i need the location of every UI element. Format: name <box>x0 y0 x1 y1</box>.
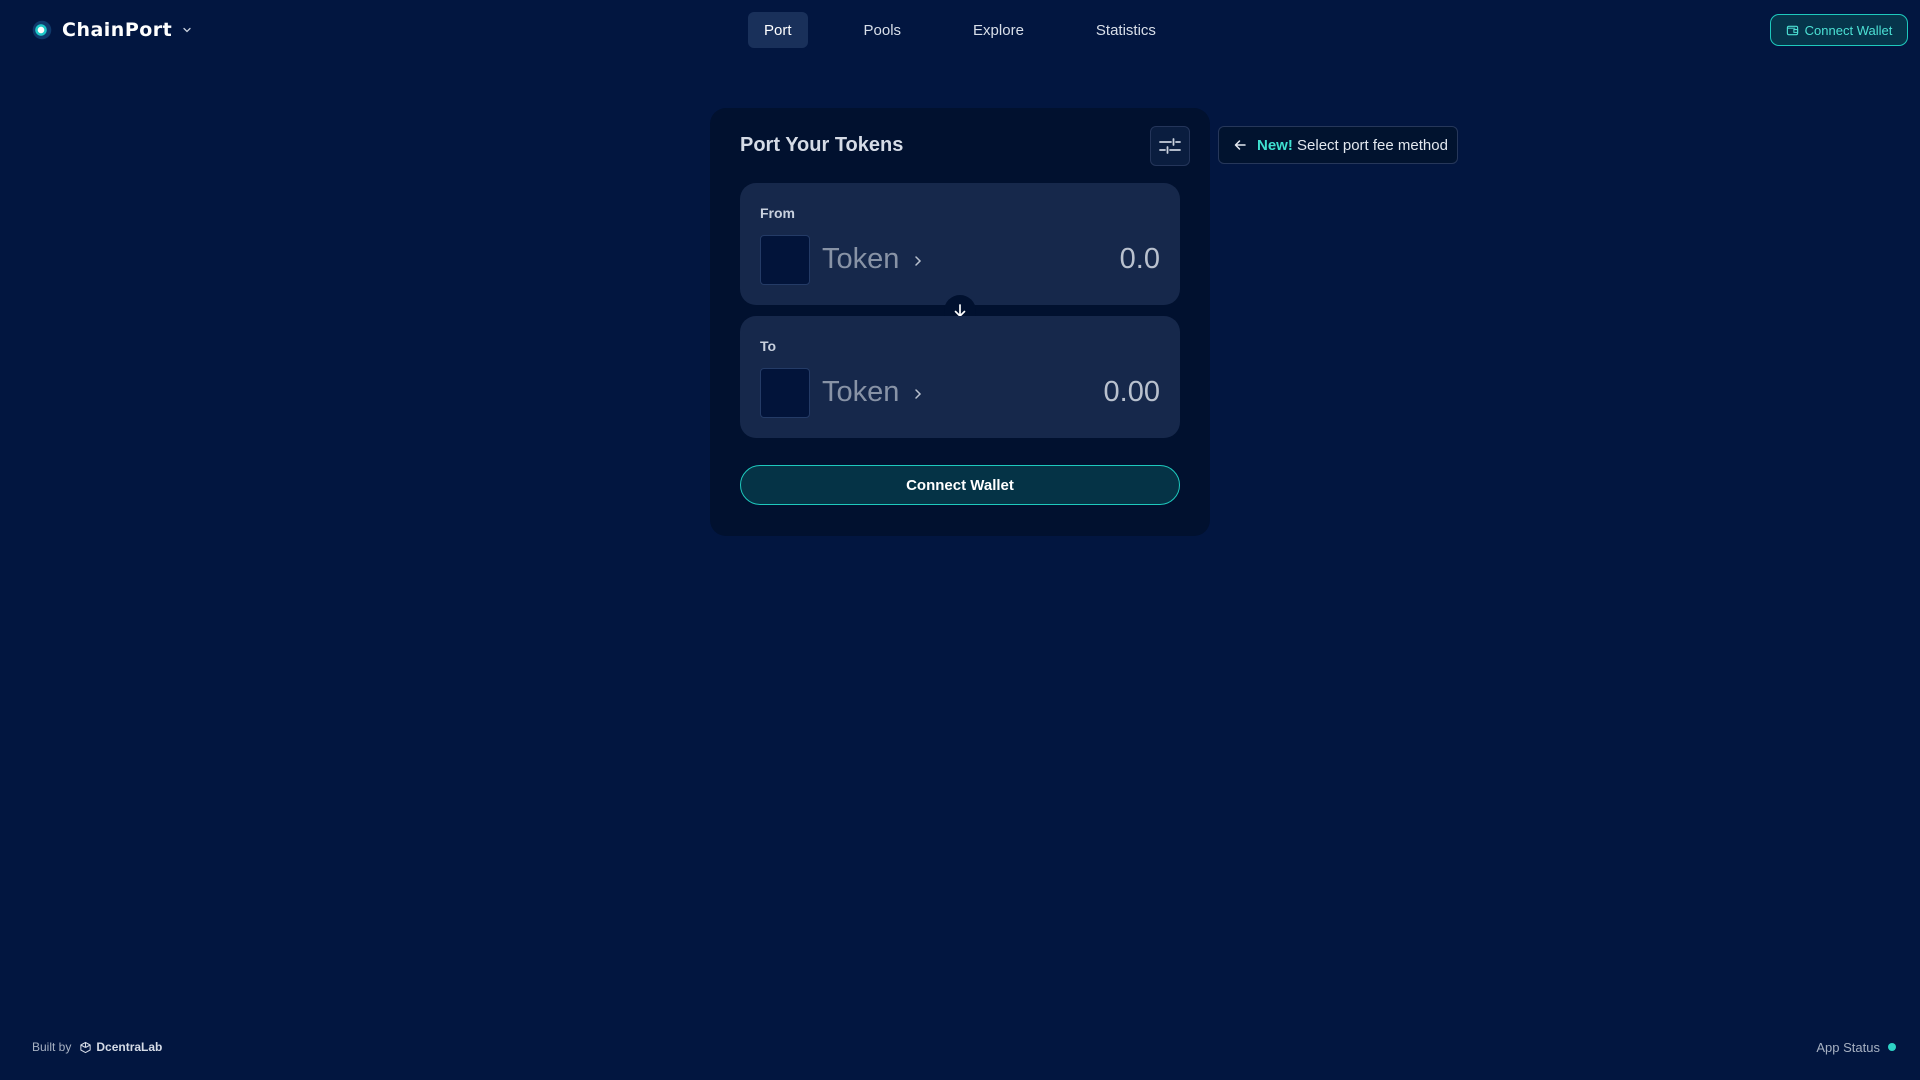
dcentralab-label: DcentraLab <box>96 1040 163 1054</box>
sliders-icon <box>1159 138 1181 154</box>
from-panel: From Token 0.0 <box>740 183 1180 305</box>
top-header: ChainPort Port Pools Explore Statistics … <box>0 0 1920 60</box>
main-nav: Port Pools Explore Statistics <box>748 12 1172 48</box>
dcentralab-logo-icon <box>80 1041 92 1053</box>
from-amount-input[interactable]: 0.0 <box>960 239 1160 279</box>
arrow-left-icon <box>1234 140 1246 150</box>
to-token-icon[interactable] <box>760 368 810 418</box>
wallet-icon <box>1786 25 1798 35</box>
settings-button[interactable] <box>1150 126 1190 166</box>
chevron-right-icon <box>915 256 922 266</box>
to-token-label: Token <box>822 375 900 408</box>
nav-tab-explore[interactable]: Explore <box>957 12 1040 48</box>
chevron-down-icon <box>183 27 191 33</box>
header-connect-wallet-button[interactable]: Connect Wallet <box>1770 14 1908 46</box>
connect-wallet-button[interactable]: Connect Wallet <box>740 465 1180 505</box>
built-by: Built by DcentraLab <box>32 1038 162 1056</box>
to-panel: To Token 0.00 <box>740 316 1180 438</box>
chevron-right-icon <box>915 389 922 399</box>
new-badge: New! <box>1257 136 1293 154</box>
nav-tab-statistics[interactable]: Statistics <box>1080 12 1172 48</box>
hint-text: Select port fee method <box>1297 136 1448 154</box>
dcentralab-link[interactable]: DcentraLab <box>79 1040 162 1054</box>
app-status-label: App Status <box>1816 1039 1880 1055</box>
app-name: ChainPort <box>62 19 173 41</box>
header-connect-wallet-label: Connect Wallet <box>1804 22 1893 38</box>
from-token-icon[interactable] <box>760 235 810 285</box>
from-token-label: Token <box>822 242 900 275</box>
to-token-select[interactable]: Token <box>822 372 923 412</box>
card-title: Port Your Tokens <box>740 134 904 156</box>
from-token-select[interactable]: Token <box>822 239 923 279</box>
nav-tab-port[interactable]: Port <box>748 12 808 48</box>
port-card: Port Your Tokens From Token 0.0 To Token <box>710 108 1210 536</box>
nav-tab-pools[interactable]: Pools <box>848 12 918 48</box>
built-by-label: Built by <box>32 1040 72 1054</box>
status-indicator-icon <box>1888 1043 1896 1051</box>
chainport-logo-icon <box>32 20 52 40</box>
to-label: To <box>760 338 777 354</box>
from-label: From <box>760 205 795 221</box>
app-status[interactable]: App Status <box>1816 1038 1896 1056</box>
app-logo-menu[interactable]: ChainPort <box>32 16 192 44</box>
to-amount-value: 0.00 <box>1103 375 1160 408</box>
fee-method-hint[interactable]: New! Select port fee method <box>1218 126 1458 164</box>
